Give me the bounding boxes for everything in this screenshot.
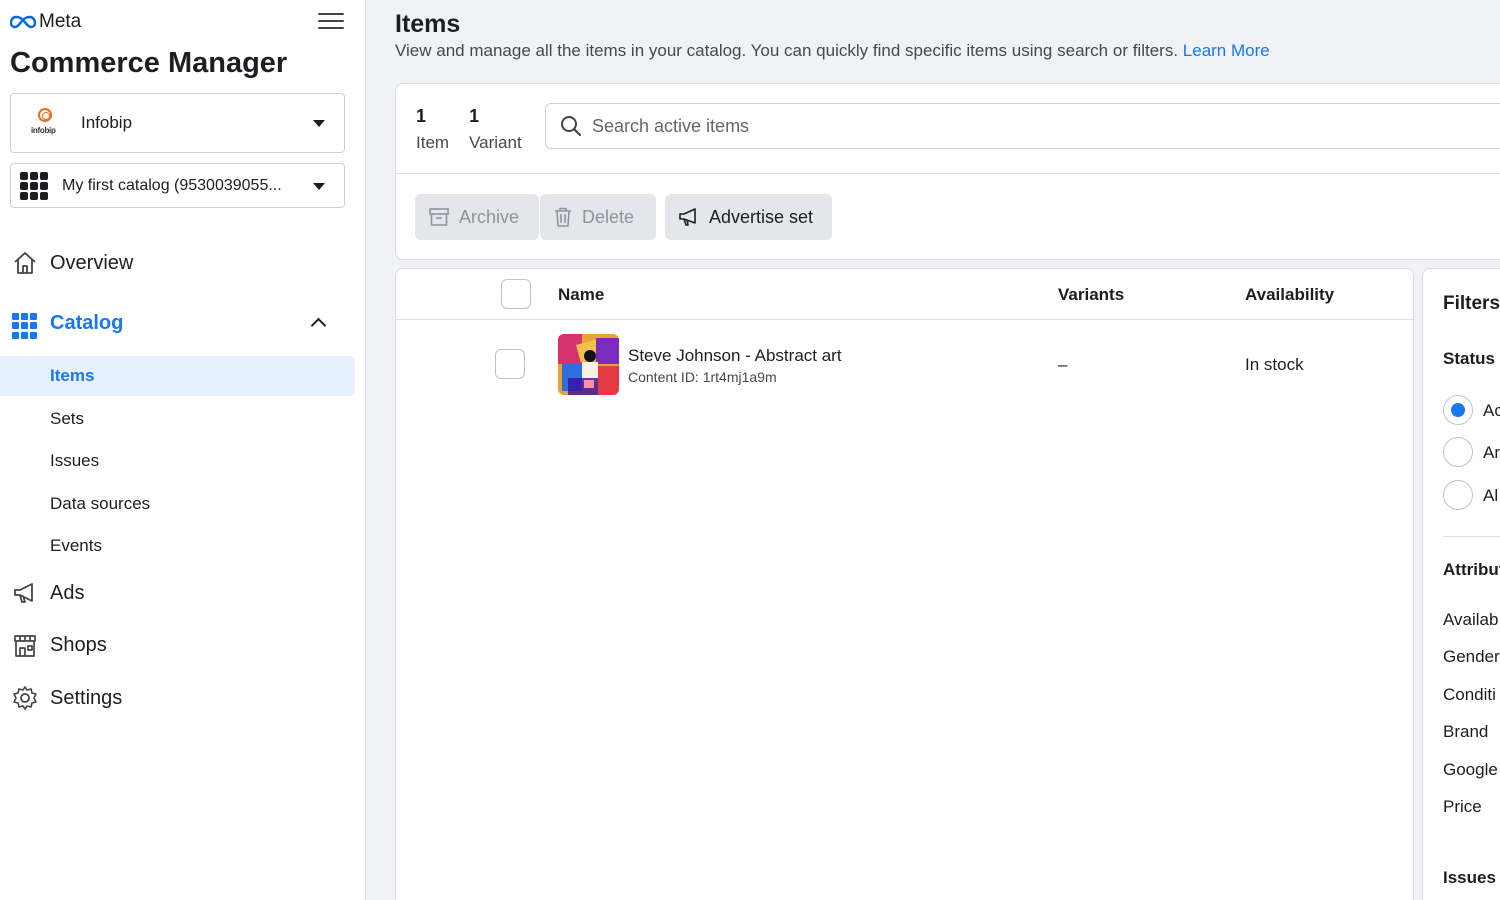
sidebar-item-data-sources[interactable]: Data sources: [0, 484, 355, 524]
dropdown-caret-icon: [313, 120, 325, 127]
row-checkbox[interactable]: [495, 349, 525, 379]
page-description: View and manage all the items in your ca…: [395, 41, 1270, 60]
search-bar[interactable]: [545, 103, 1500, 149]
shop-icon: [14, 635, 36, 657]
sidebar-item-issues[interactable]: Issues: [0, 441, 355, 481]
nav-overview[interactable]: Overview: [0, 250, 366, 276]
meta-logo[interactable]: Meta: [10, 11, 81, 33]
sidebar: Meta Commerce Manager infobip Infobip My…: [0, 0, 366, 900]
archive-icon: [429, 208, 449, 226]
status-label-archived: Ar: [1483, 443, 1500, 462]
divider: [396, 173, 1500, 174]
items-toolbar-card: 1 Item 1 Variant Archive Delete Advertis: [395, 83, 1500, 260]
status-radio-active[interactable]: [1443, 395, 1473, 425]
catalog-selector[interactable]: My first catalog (9530039055...: [10, 163, 345, 208]
filter-google-category[interactable]: Google: [1443, 760, 1498, 780]
items-table: Name Variants Availability Steve Johnson…: [395, 268, 1414, 900]
advertise-set-button[interactable]: Advertise set: [665, 194, 832, 240]
status-label-all: Al: [1483, 486, 1499, 505]
learn-more-link[interactable]: Learn More: [1183, 41, 1270, 60]
nav-shops[interactable]: Shops: [0, 632, 366, 658]
filter-condition[interactable]: Conditi: [1443, 685, 1496, 705]
filter-gender[interactable]: Gender: [1443, 647, 1500, 667]
nav-settings[interactable]: Settings: [0, 685, 366, 711]
menu-icon[interactable]: [318, 9, 344, 33]
home-icon: [14, 252, 36, 274]
megaphone-icon: [14, 583, 33, 603]
item-content-id: Content ID: 1rt4mj1a9m: [628, 369, 777, 385]
meta-logo-text: Meta: [39, 11, 82, 32]
issues-heading: Issues: [1443, 868, 1496, 887]
item-variants: –: [1058, 355, 1068, 374]
catalog-icon: [12, 313, 38, 339]
variant-count: 1 Variant: [469, 106, 522, 152]
nav-catalog[interactable]: Catalog: [0, 310, 366, 339]
business-logo: infobip: [28, 105, 64, 141]
item-thumbnail: [558, 334, 619, 395]
nav-ads[interactable]: Ads: [0, 580, 366, 606]
page-title: Items: [395, 10, 461, 38]
filters-panel: Filters Status Ac Ar Al Attribut Availab…: [1422, 268, 1500, 900]
chevron-up-icon[interactable]: [310, 317, 327, 334]
sidebar-item-sets[interactable]: Sets: [0, 399, 355, 439]
sidebar-item-events[interactable]: Events: [0, 526, 355, 566]
item-name[interactable]: Steve Johnson - Abstract art: [628, 346, 842, 366]
item-counts: 1 Item 1 Variant: [416, 106, 522, 153]
search-input[interactable]: [592, 115, 1392, 137]
item-count: 1 Item: [416, 106, 450, 152]
filter-availability[interactable]: Availab: [1443, 610, 1498, 630]
filters-divider: [1443, 536, 1500, 537]
attributes-heading: Attribut: [1443, 560, 1500, 579]
status-radio-all[interactable]: [1443, 480, 1473, 510]
status-label-active: Ac: [1483, 401, 1500, 420]
filters-title: Filters: [1443, 293, 1500, 314]
select-all-checkbox[interactable]: [501, 279, 531, 309]
gear-icon: [13, 686, 37, 710]
search-icon: [561, 116, 582, 137]
trash-icon: [555, 207, 571, 227]
business-name: Infobip: [81, 113, 133, 132]
filter-brand[interactable]: Brand: [1443, 722, 1488, 742]
app-title: Commerce Manager: [10, 47, 288, 79]
header-divider: [396, 319, 1413, 320]
status-heading: Status: [1443, 349, 1495, 368]
catalog-name: My first catalog (9530039055...: [62, 176, 282, 194]
filter-price[interactable]: Price: [1443, 797, 1482, 817]
catalog-grid-icon: [20, 171, 48, 200]
column-header-name[interactable]: Name: [558, 285, 604, 305]
column-header-variants[interactable]: Variants: [1058, 285, 1124, 305]
dropdown-caret-icon: [313, 182, 325, 190]
item-availability: In stock: [1245, 355, 1304, 374]
business-selector[interactable]: infobip Infobip: [10, 93, 345, 153]
status-radio-archived[interactable]: [1443, 437, 1473, 467]
meta-infinity-icon: [10, 15, 36, 29]
column-header-availability[interactable]: Availability: [1245, 285, 1334, 305]
megaphone-icon: [679, 208, 696, 226]
archive-button[interactable]: Archive: [415, 194, 539, 240]
delete-button[interactable]: Delete: [540, 194, 656, 240]
sidebar-item-items[interactable]: Items: [0, 356, 355, 396]
